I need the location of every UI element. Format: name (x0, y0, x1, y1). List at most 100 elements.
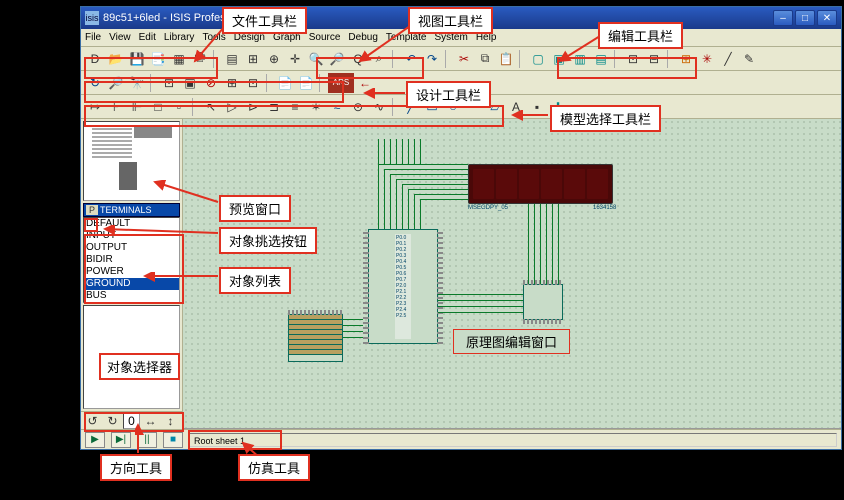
menu-debug[interactable]: Debug (348, 32, 377, 43)
block-delete-icon[interactable]: ▤ (591, 49, 611, 69)
sim-play-icon[interactable]: ▶ (85, 432, 105, 448)
sim-pause-icon[interactable]: || (137, 432, 157, 448)
save-icon[interactable]: 💾 (127, 49, 147, 69)
picker-header: P TERMINALS (83, 203, 180, 217)
new-icon[interactable]: D (85, 49, 105, 69)
minimize-button[interactable]: – (773, 10, 793, 26)
copy-icon[interactable]: ⧉ (475, 49, 495, 69)
resistor-bank[interactable] (288, 314, 343, 362)
sim-step-icon[interactable]: ▶| (111, 432, 131, 448)
small-ic[interactable] (523, 284, 563, 320)
redo-icon[interactable]: ↷ (422, 49, 442, 69)
list-item[interactable]: BIDIR (84, 254, 179, 266)
tool2-icon[interactable]: ▣ (180, 73, 200, 93)
preview-window[interactable] (83, 121, 180, 201)
m-probe-icon[interactable]: ⊙ (348, 97, 368, 117)
callout-view-toolbar: 视图工具栏 (408, 7, 493, 34)
zoom-in-icon[interactable]: 🔍 (306, 49, 326, 69)
m-gen-icon[interactable]: ≈ (327, 97, 347, 117)
list-item[interactable]: POWER (84, 266, 179, 278)
cut-icon[interactable]: ✂ (454, 49, 474, 69)
flip-v-icon[interactable]: ↕ (161, 411, 180, 431)
area-icon[interactable]: ▦ (169, 49, 189, 69)
flip-h-icon[interactable]: ↔ (141, 411, 160, 431)
erc-icon[interactable]: ARS (328, 73, 354, 93)
rotate-cw-icon[interactable]: ↻ (103, 411, 122, 431)
list-item[interactable]: BUS (84, 290, 179, 302)
menu-file[interactable]: File (85, 32, 101, 43)
paste-icon[interactable]: 📋 (496, 49, 516, 69)
m-label-icon[interactable]: ⊩ (127, 97, 147, 117)
m-sym-icon[interactable]: ▪ (527, 97, 547, 117)
menu-edit[interactable]: Edit (139, 32, 156, 43)
status-bar: ▶ ▶| || ■ Root sheet 1 (81, 429, 841, 449)
tool1-icon[interactable]: ⊡ (159, 73, 179, 93)
zoom-area-icon[interactable]: ⌕ (369, 49, 389, 69)
wire-icon[interactable]: ⊞ (676, 49, 696, 69)
zoom-out-icon[interactable]: 🔎 (327, 49, 347, 69)
object-list[interactable]: DEFAULT INPUT OUTPUT BIDIR POWER GROUND … (83, 217, 180, 303)
list-item[interactable]: INPUT (84, 230, 179, 242)
list-item-selected[interactable]: GROUND (84, 278, 179, 290)
open-icon[interactable]: 📂 (106, 49, 126, 69)
tool3-icon[interactable]: ⊞ (222, 73, 242, 93)
center-icon[interactable]: ✛ (285, 49, 305, 69)
decomp-icon[interactable]: ✳ (697, 49, 717, 69)
import-icon[interactable]: 📑 (148, 49, 168, 69)
callout-object-list: 对象列表 (219, 267, 291, 294)
menu-library[interactable]: Library (164, 32, 195, 43)
zoom-all-icon[interactable]: Q (348, 49, 368, 69)
undo-icon[interactable]: ↶ (401, 49, 421, 69)
find-icon[interactable]: 🔎 (106, 73, 126, 93)
seg-label-right: 1634158 (593, 205, 616, 211)
angle-field[interactable]: 0 (123, 413, 140, 429)
close-button[interactable]: ✕ (817, 10, 837, 26)
m-graph-icon[interactable]: ≡ (285, 97, 305, 117)
m-text-icon[interactable]: A (506, 97, 526, 117)
origin-icon[interactable]: ⊕ (264, 49, 284, 69)
m-script-icon[interactable]: □ (148, 97, 168, 117)
mcu-chip[interactable]: P0.0P0.1P0.2P0.3P0.4P0.5P0.6P0.7P2.0P2.1… (368, 229, 438, 344)
print-icon[interactable]: 🖶 (190, 49, 210, 69)
menu-view[interactable]: View (109, 32, 131, 43)
schematic-window-label: 原理图编辑窗口 (453, 329, 570, 354)
m-component-icon[interactable]: ↦ (85, 97, 105, 117)
list-item[interactable]: OUTPUT (84, 242, 179, 254)
mark-icon[interactable]: ▤ (222, 49, 242, 69)
grid-icon[interactable]: ⊞ (243, 49, 263, 69)
maximize-button[interactable]: □ (795, 10, 815, 26)
sim-stop-icon[interactable]: ■ (163, 432, 183, 448)
block-move-icon[interactable]: ▣ (549, 49, 569, 69)
block-copy-icon[interactable]: ▢ (528, 49, 548, 69)
m-junction-icon[interactable]: ⊦ (106, 97, 126, 117)
redo2-icon[interactable]: ↻ (85, 73, 105, 93)
seg-label-left: MSEGDPY_05 (468, 205, 508, 211)
binoc-icon[interactable]: 🔭 (127, 73, 147, 93)
m-term-icon[interactable]: ⊳ (243, 97, 263, 117)
lib-icon[interactable]: ⊟ (644, 49, 664, 69)
prop-icon[interactable]: ✎ (739, 49, 759, 69)
callout-preview: 预览窗口 (219, 195, 291, 222)
export-icon[interactable]: 📄 (275, 73, 295, 93)
list-item[interactable]: DEFAULT (84, 218, 179, 230)
m-sub-icon[interactable]: ▷ (222, 97, 242, 117)
import2-icon[interactable]: 📄 (296, 73, 316, 93)
pick-button[interactable]: P (86, 205, 98, 215)
callout-object-selector: 对象选择器 (99, 353, 180, 380)
m-bus-icon[interactable]: ▫ (169, 97, 189, 117)
seven-seg-display[interactable] (468, 164, 613, 204)
cancel-icon[interactable]: ⊘ (201, 73, 221, 93)
menu-source[interactable]: Source (309, 32, 341, 43)
m-virt-icon[interactable]: ∿ (369, 97, 389, 117)
rotate-ccw-icon[interactable]: ↺ (83, 411, 102, 431)
m-arrow-icon[interactable]: ↖ (201, 97, 221, 117)
arrow-left-icon[interactable]: ← (355, 73, 375, 93)
m-tape-icon[interactable]: ✶ (306, 97, 326, 117)
block-rotate-icon[interactable]: ▥ (570, 49, 590, 69)
pick-icon[interactable]: ⊡ (623, 49, 643, 69)
m-pin-icon[interactable]: ⊐ (264, 97, 284, 117)
tool4-icon[interactable]: ⊡ (243, 73, 263, 93)
dash-icon[interactable]: ╱ (718, 49, 738, 69)
callout-file-toolbar: 文件工具栏 (222, 7, 307, 34)
status-sheet: Root sheet 1 (189, 433, 837, 447)
